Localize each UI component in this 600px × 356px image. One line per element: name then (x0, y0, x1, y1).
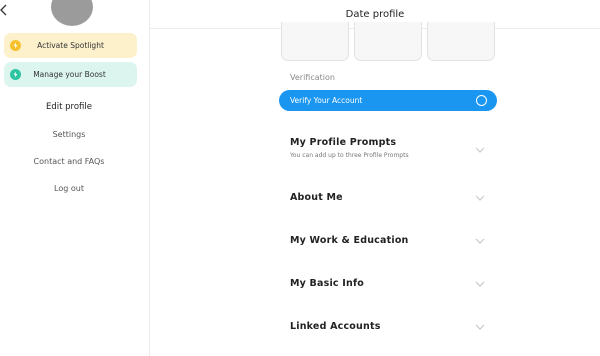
app-window: Activate Spotlight Manage your Boost Edi… (0, 0, 600, 356)
chevron-down-icon (475, 281, 485, 287)
section-title: My Work & Education (290, 235, 409, 246)
section-title: Linked Accounts (290, 321, 381, 332)
section-work-education[interactable]: My Work & Education (279, 228, 497, 254)
chevron-down-icon (475, 238, 485, 244)
back-arrow-icon[interactable] (0, 3, 8, 17)
verify-account-label: Verify Your Account (290, 96, 363, 105)
verify-status-circle-icon (476, 95, 487, 106)
avatar[interactable] (51, 0, 93, 26)
section-profile-prompts[interactable]: My Profile Prompts You can add up to thr… (279, 130, 497, 166)
section-about-me[interactable]: About Me (279, 185, 497, 211)
activate-spotlight-label: Activate Spotlight (37, 41, 104, 50)
section-title: My Basic Info (290, 278, 365, 289)
section-subtitle: You can add up to three Profile Prompts (290, 152, 409, 159)
sidebar-item-contact-faqs[interactable]: Contact and FAQs (0, 157, 138, 166)
sidebar-item-edit-profile[interactable]: Edit profile (0, 102, 138, 112)
activate-spotlight-button[interactable]: Activate Spotlight (4, 33, 137, 58)
manage-boost-button[interactable]: Manage your Boost (4, 62, 137, 87)
sidebar: Activate Spotlight Manage your Boost Edi… (0, 0, 150, 356)
verify-account-button[interactable]: Verify Your Account (279, 90, 497, 111)
chevron-down-icon (475, 195, 485, 201)
photo-slot-3[interactable] (427, 22, 495, 61)
manage-boost-label: Manage your Boost (33, 70, 106, 79)
section-title: About Me (290, 192, 343, 203)
section-basic-info[interactable]: My Basic Info (279, 271, 497, 297)
verification-label: Verification (290, 73, 335, 82)
section-title: My Profile Prompts (290, 137, 397, 148)
sidebar-item-log-out[interactable]: Log out (0, 184, 138, 193)
section-linked-accounts[interactable]: Linked Accounts (279, 314, 497, 340)
sidebar-item-settings[interactable]: Settings (0, 130, 138, 139)
chevron-down-icon (475, 147, 485, 153)
photo-slot-2[interactable] (354, 22, 422, 61)
page-title: Date profile (345, 8, 405, 20)
chevron-down-icon (475, 324, 485, 330)
photo-slot-1[interactable] (281, 22, 349, 61)
